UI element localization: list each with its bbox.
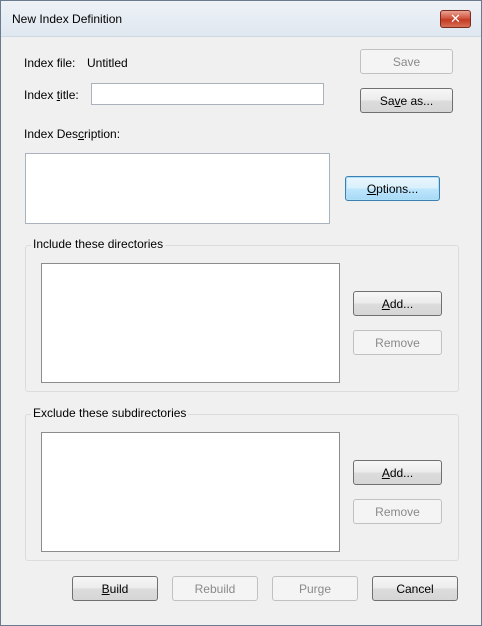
include-directories-label: Include these directories [31,237,166,251]
index-title-input[interactable] [91,83,324,105]
dialog-window: New Index Definition ✕ Index file: Untit… [0,0,482,626]
save-as-button[interactable]: Save as... [360,88,453,113]
include-remove-button[interactable]: Remove [353,330,442,355]
index-description-label: Index Description: [24,127,121,141]
purge-button[interactable]: Purge [272,576,358,601]
exclude-subdirectories-label: Exclude these subdirectories [31,406,189,420]
exclude-subdirectories-list[interactable] [41,432,340,552]
include-directories-list[interactable] [41,263,340,383]
close-icon: ✕ [450,11,461,26]
index-file-value: Untitled [87,56,128,70]
rebuild-button[interactable]: Rebuild [172,576,258,601]
cancel-button[interactable]: Cancel [372,576,458,601]
exclude-remove-button[interactable]: Remove [353,499,442,524]
dialog-client-area: Index file: Untitled Save Index title: S… [1,37,481,625]
include-add-button[interactable]: Add... [353,291,442,316]
index-description-textarea[interactable] [25,153,330,224]
exclude-add-button[interactable]: Add... [353,460,442,485]
build-button[interactable]: Build [72,576,158,601]
index-file-label: Index file: [24,56,76,70]
save-button[interactable]: Save [360,49,453,74]
window-title: New Index Definition [12,12,123,26]
title-bar[interactable]: New Index Definition ✕ [1,1,481,37]
close-button[interactable]: ✕ [440,10,471,28]
index-title-label: Index title: [24,88,79,102]
options-button[interactable]: Options... [345,176,440,201]
